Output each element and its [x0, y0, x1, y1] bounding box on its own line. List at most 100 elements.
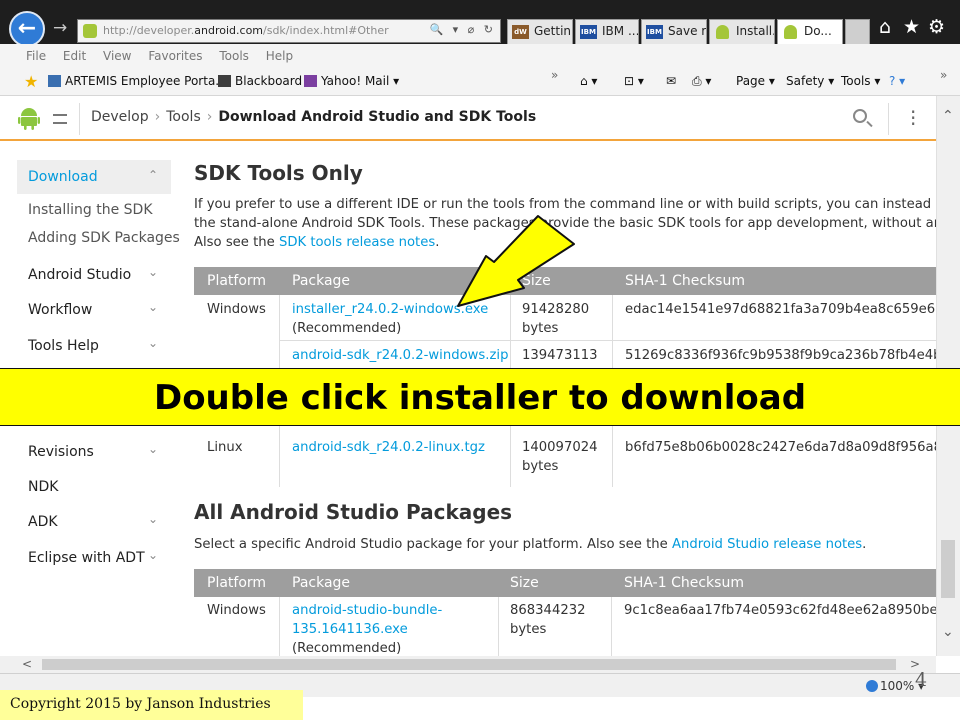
more-options-icon[interactable]: · · · — [910, 102, 916, 134]
scroll-thumb[interactable] — [42, 659, 896, 670]
gear-icon[interactable]: ⚙ — [928, 16, 945, 38]
back-arrow-icon[interactable]: ← — [9, 11, 45, 47]
address-tools[interactable]: 🔍 ▾ ⌀ ↻ — [429, 23, 496, 36]
table-header: Platform Package Size SHA-1 Checksum — [194, 569, 936, 597]
nav-item-android-studio[interactable]: Android Studio — [28, 267, 131, 283]
nav-item-workflow[interactable]: Workflow — [28, 302, 92, 318]
android-logo-icon[interactable] — [18, 106, 40, 130]
chevron-down-icon[interactable]: ⌄ — [148, 265, 158, 279]
instruction-banner: Double click installer to download — [0, 368, 960, 426]
copyright-notice: Copyright 2015 by Janson Industries — [0, 690, 303, 720]
favorite-link[interactable]: ARTEMIS Employee Porta... — [48, 74, 227, 88]
cell-size: 140097024 — [522, 440, 598, 455]
studio-release-notes-link[interactable]: Android Studio release notes — [672, 537, 862, 552]
cell-size-unit: bytes — [522, 459, 559, 474]
favorites-star-icon[interactable]: ★ — [903, 16, 920, 38]
favorites-star-icon[interactable]: ★ — [24, 72, 38, 91]
menu-favorites[interactable]: Favorites — [148, 49, 202, 63]
page-menu[interactable]: Page ▾ — [736, 74, 775, 88]
dw-icon: dW — [512, 25, 529, 39]
forward-arrow-icon[interactable]: → — [53, 18, 67, 38]
cell-size-unit: bytes — [510, 622, 547, 637]
menu-help[interactable]: Help — [266, 49, 293, 63]
safety-menu[interactable]: Safety ▾ — [786, 74, 834, 88]
browser-tab[interactable]: IBM Save r... — [641, 19, 707, 44]
studio-bundle-link[interactable]: 135.1641136.exe — [292, 620, 408, 639]
menu-view[interactable]: View — [103, 49, 131, 63]
sdk-zip-link[interactable]: android-sdk_r24.0.2-windows.zip — [292, 346, 508, 365]
nav-item-adding-packages[interactable]: Adding SDK Packages — [28, 230, 180, 246]
slide-number: 4 — [915, 669, 928, 691]
cell-sha1: 51269c8336f936fc9b9538f9b9ca236b78fb4e4b — [625, 348, 942, 363]
android-icon — [716, 25, 729, 39]
cell-size: 868344232 — [510, 603, 586, 618]
blackboard-icon — [218, 75, 231, 87]
scroll-up-icon[interactable]: ⌃ — [942, 108, 954, 124]
help-icon[interactable]: ? ▾ — [889, 74, 905, 88]
tools-menu[interactable]: Tools ▾ — [841, 74, 880, 88]
chevron-down-icon[interactable]: ⌄ — [148, 548, 158, 562]
menu-file[interactable]: File — [26, 49, 46, 63]
studio-bundle-link[interactable]: android-studio-bundle- — [292, 601, 442, 620]
new-tab-button[interactable] — [845, 19, 870, 44]
chevron-down-icon[interactable]: ⌄ — [148, 512, 158, 526]
nav-item-installing-sdk[interactable]: Installing the SDK — [28, 202, 153, 218]
sdk-intro-line: the stand-alone Android SDK Tools. These… — [194, 216, 960, 231]
nav-item-tools-help[interactable]: Tools Help — [28, 338, 99, 354]
column-header: Package — [292, 575, 351, 591]
nav-item-ndk[interactable]: NDK — [28, 479, 58, 495]
column-header: Package — [292, 273, 351, 289]
menu-edit[interactable]: Edit — [63, 49, 86, 63]
sdk-release-notes-link[interactable]: SDK tools release notes — [279, 235, 435, 250]
chevron-up-icon[interactable]: ⌃ — [148, 168, 158, 182]
column-divider — [279, 597, 280, 656]
browser-tab[interactable]: dW Gettin... — [507, 19, 573, 44]
cell-platform: Linux — [207, 440, 243, 455]
linux-tgz-link[interactable]: android-sdk_r24.0.2-linux.tgz — [292, 438, 485, 457]
address-url: http://developer.android.com/sdk/index.h… — [103, 24, 389, 37]
home-icon[interactable]: ⌂ ▾ — [580, 74, 597, 88]
nav-item-revisions[interactable]: Revisions — [28, 444, 94, 460]
browser-tab[interactable]: IBM IBM ... — [575, 19, 639, 44]
site-favicon — [83, 24, 97, 38]
scroll-left-icon[interactable]: < — [22, 657, 32, 671]
zoom-icon — [866, 680, 878, 692]
browser-chrome: ← → http://developer.android.com/sdk/ind… — [0, 0, 960, 47]
column-divider — [498, 597, 499, 656]
sdk-tools-heading: SDK Tools Only — [194, 161, 363, 185]
column-header: SHA-1 Checksum — [625, 273, 745, 289]
menu-tools[interactable]: Tools — [219, 49, 249, 63]
chevron-down-icon[interactable]: ⌄ — [148, 336, 158, 350]
header-divider — [888, 103, 889, 135]
hamburger-menu-icon[interactable] — [53, 114, 67, 124]
scroll-thumb[interactable] — [941, 540, 955, 598]
address-bar[interactable]: http://developer.android.com/sdk/index.h… — [77, 19, 501, 43]
rss-icon[interactable]: ⊡ ▾ — [624, 74, 644, 88]
nav-item-eclipse-adt[interactable]: Eclipse with ADT — [28, 550, 145, 566]
annotation-arrow-icon — [457, 215, 575, 307]
favorite-link[interactable]: Blackboard — [218, 74, 302, 88]
browser-tab[interactable]: Install... — [709, 19, 775, 44]
chevron-down-icon[interactable]: ⌄ — [148, 300, 158, 314]
horizontal-scrollbar[interactable]: < > — [0, 656, 936, 673]
favorite-link[interactable]: Yahoo! Mail ▾ — [304, 74, 399, 88]
command-overflow[interactable]: » — [940, 68, 947, 82]
sdk-intro-line: Also see the SDK tools release notes. — [194, 235, 440, 250]
breadcrumb-current: Download Android Studio and SDK Tools — [218, 109, 537, 125]
cell-note: (Recommended) — [292, 321, 402, 336]
nav-item-download[interactable]: Download — [28, 169, 98, 185]
nav-item-adk[interactable]: ADK — [28, 514, 58, 530]
search-icon[interactable] — [853, 109, 867, 123]
ibm-icon: IBM — [646, 25, 663, 39]
home-icon[interactable]: ⌂ — [879, 16, 891, 38]
breadcrumb-tools[interactable]: Tools — [166, 109, 201, 125]
browser-tab-active[interactable]: Do... — [777, 19, 843, 44]
favorites-overflow[interactable]: » — [551, 68, 558, 82]
mail-icon[interactable]: ✉ — [666, 74, 676, 88]
chevron-down-icon[interactable]: ⌄ — [148, 442, 158, 456]
breadcrumb-separator: › — [154, 109, 161, 125]
scroll-down-icon[interactable]: ⌄ — [942, 624, 954, 640]
print-icon[interactable]: ⎙ ▾ — [692, 74, 711, 89]
breadcrumb-develop[interactable]: Develop — [91, 109, 149, 125]
column-header: Platform — [207, 575, 267, 591]
